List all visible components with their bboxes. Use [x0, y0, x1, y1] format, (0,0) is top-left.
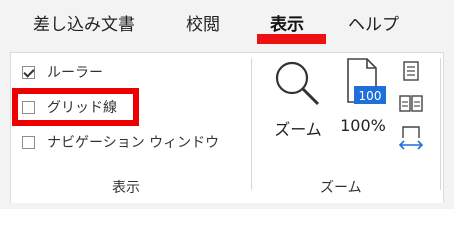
hundred-percent-button[interactable]: 100 100%: [334, 56, 392, 140]
page-100-icon: 100: [347, 58, 386, 104]
tab-review[interactable]: 校閲: [186, 10, 220, 35]
tab-mailings[interactable]: 差し込み文書: [33, 10, 135, 35]
zoom-button[interactable]: ズーム: [270, 56, 326, 140]
group-separator-right: [440, 58, 441, 190]
zoom-group-label: ズーム: [320, 180, 362, 196]
navigation-pane-checkbox[interactable]: [22, 135, 35, 149]
tab-help[interactable]: ヘルプ: [348, 10, 399, 35]
zoom-button-label: ズーム: [274, 120, 322, 139]
page-width-icon[interactable]: [398, 124, 424, 152]
ruler-checkbox-row[interactable]: ルーラー: [22, 61, 103, 83]
show-group-label: 表示: [112, 180, 140, 196]
ruler-label: ルーラー: [47, 65, 103, 81]
ruler-checkbox[interactable]: [22, 65, 35, 79]
magnifier-icon: [275, 61, 320, 106]
multiple-pages-icon[interactable]: [398, 93, 424, 115]
tab-view[interactable]: 表示: [270, 10, 304, 35]
group-separator: [251, 58, 252, 190]
gridlines-highlight-box: [12, 88, 139, 126]
ribbon-tab-bar: 差し込み文書 校閲 表示 ヘルプ: [0, 0, 454, 44]
page-100-icon-text: 100: [359, 89, 382, 103]
one-page-icon[interactable]: [400, 60, 422, 82]
hundred-percent-label: 100%: [340, 116, 386, 135]
navigation-pane-checkbox-row[interactable]: ナビゲーション ウィンドウ: [22, 131, 219, 153]
navigation-pane-label: ナビゲーション ウィンドウ: [47, 135, 220, 151]
